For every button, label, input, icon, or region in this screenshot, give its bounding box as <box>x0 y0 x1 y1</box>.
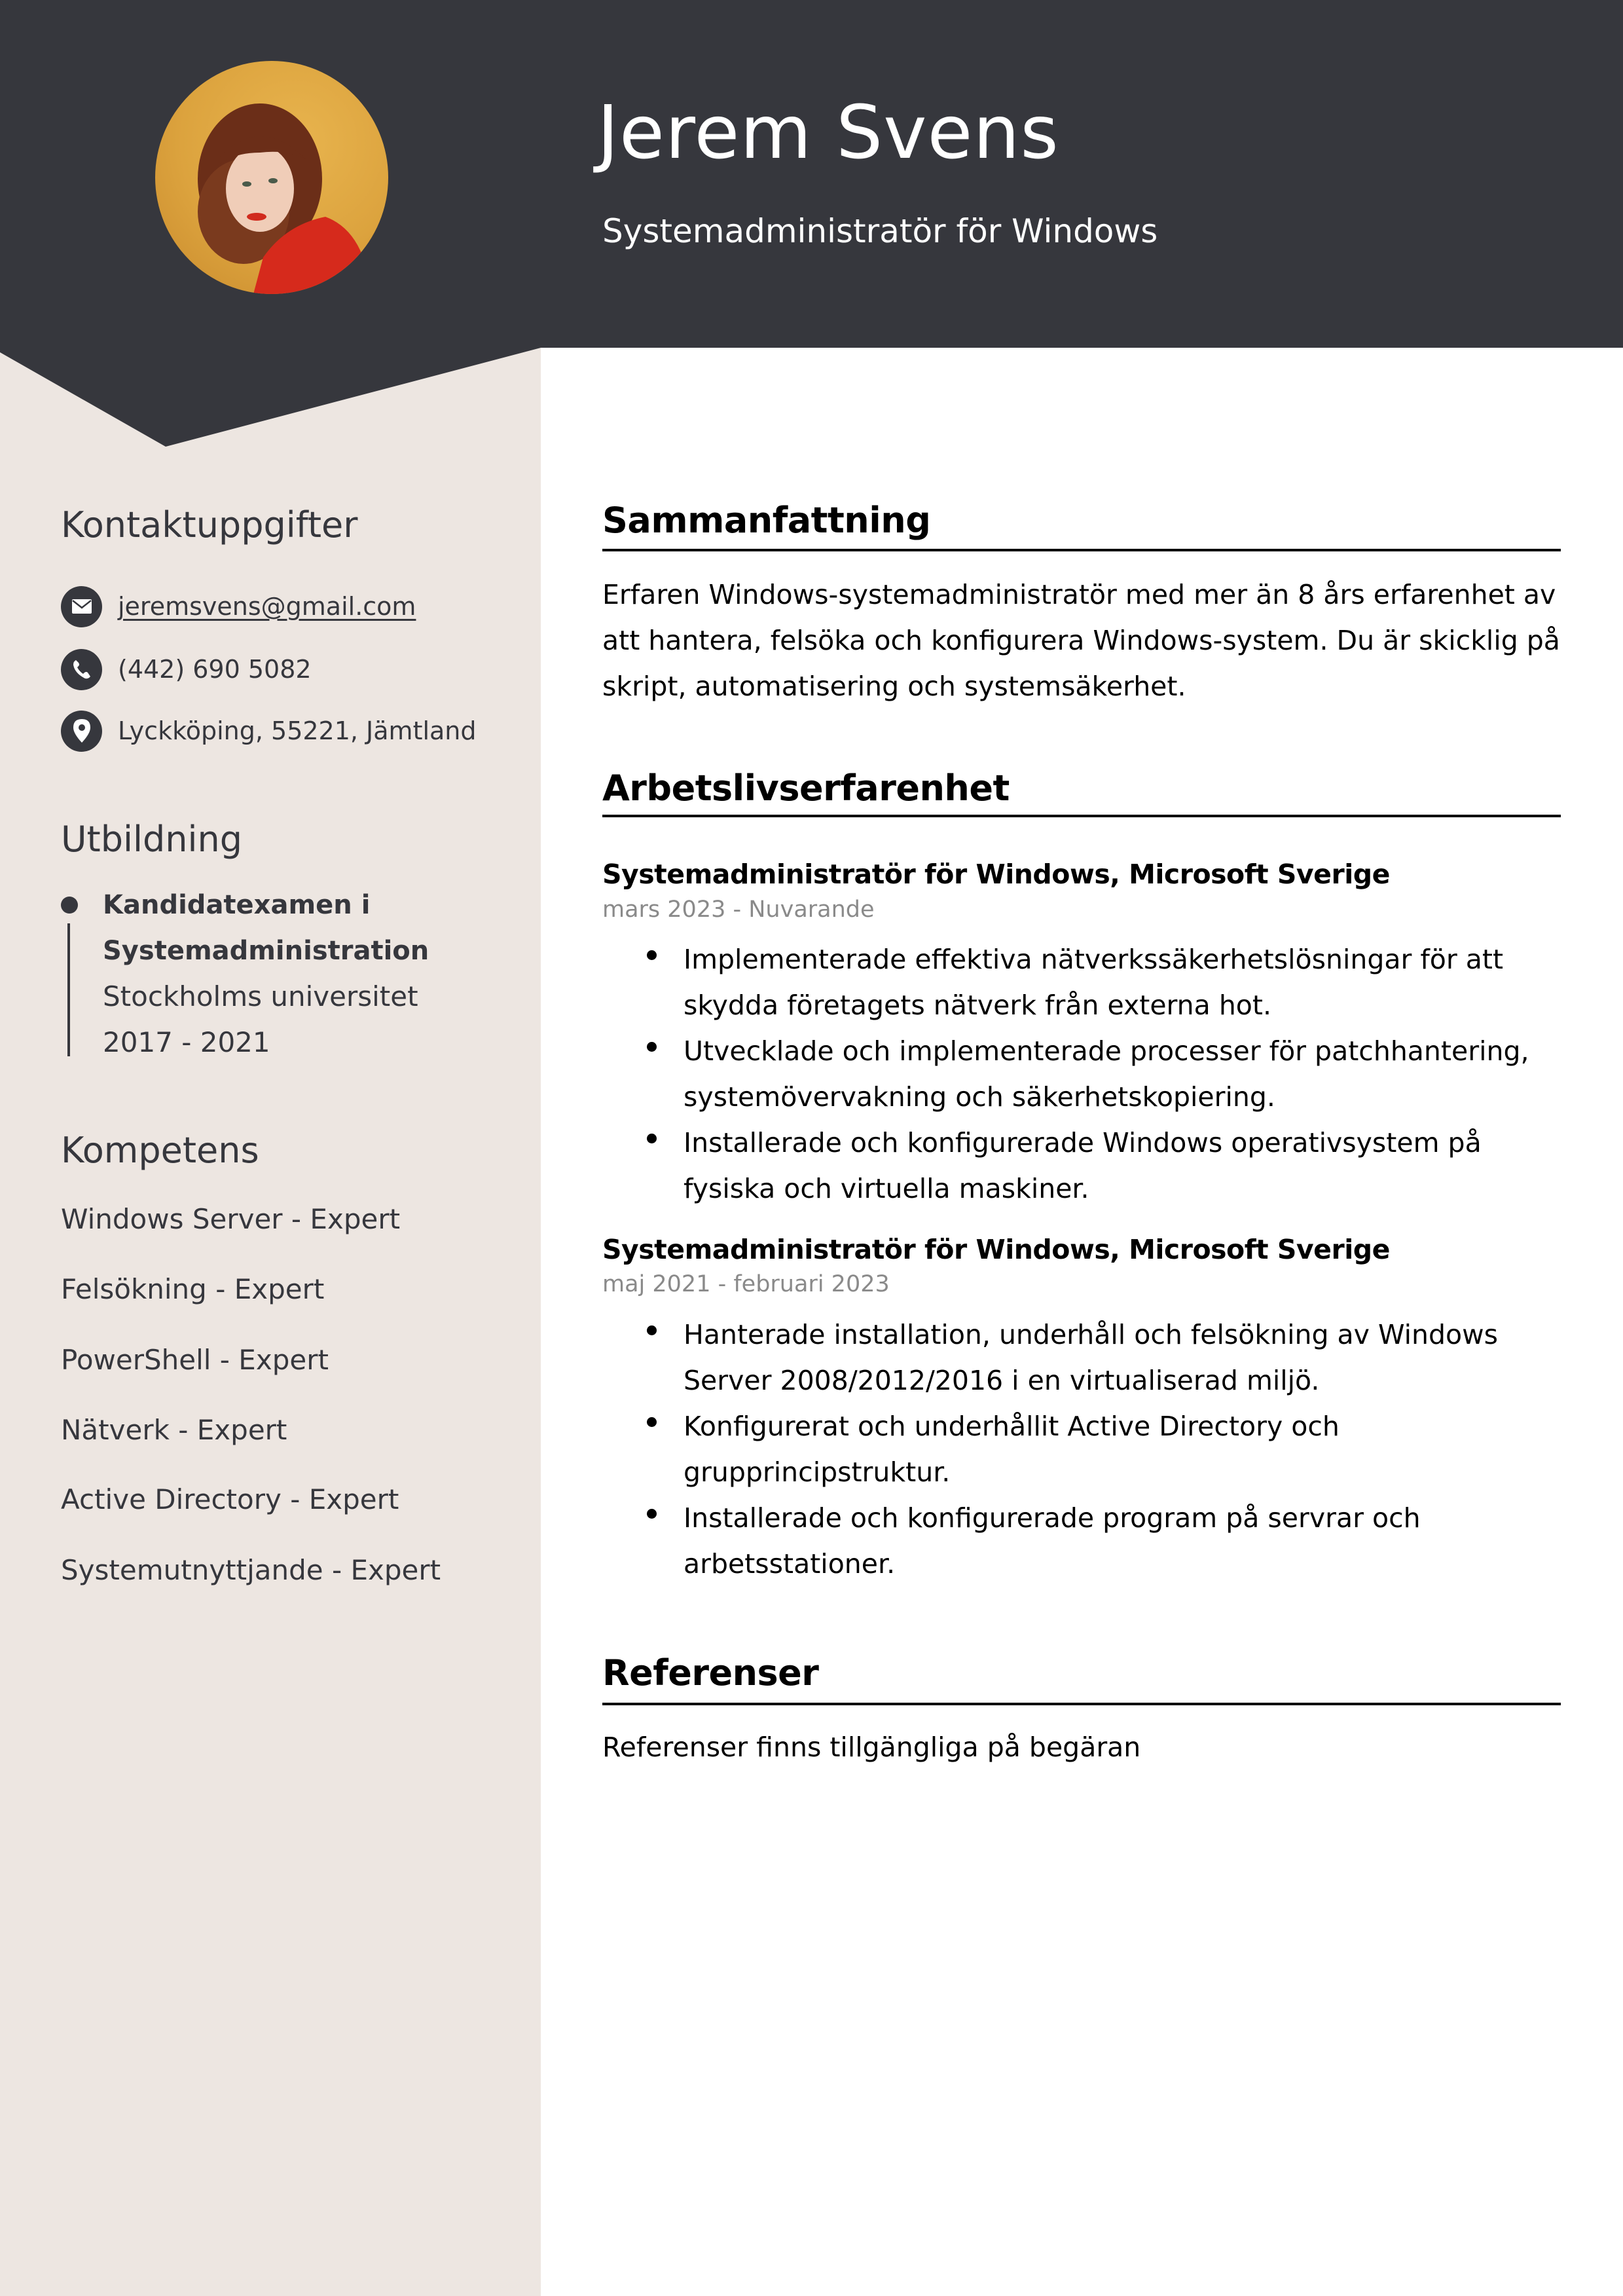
job-bullet-line: systemövervakning och säkerhetskopiering… <box>684 1081 1275 1113</box>
envelope-icon <box>61 585 102 627</box>
skill-item: Active Directory - Expert <box>61 1483 399 1515</box>
bullet-icon <box>647 1417 657 1427</box>
job-bullet-line: Server 2008/2012/2016 i en virtualiserad… <box>684 1365 1320 1396</box>
contact-email[interactable]: jeremsvens@gmail.com <box>61 585 416 627</box>
skill-item: Nätverk - Expert <box>61 1414 287 1446</box>
bullet-icon <box>647 1134 657 1143</box>
skill-item: PowerShell - Expert <box>61 1344 329 1376</box>
education-degree-line-2: Systemadministration <box>103 936 429 966</box>
job-bullet-line: Konfigurerat och underhållit Active Dire… <box>684 1411 1340 1442</box>
job-bullet-line: Implementerade effektiva nätverkssäkerhe… <box>684 944 1504 975</box>
bullet-icon <box>647 950 657 960</box>
skills-heading: Kompetens <box>61 1130 259 1171</box>
summary-heading: Sammanfattning <box>602 500 931 541</box>
phone-icon <box>61 648 102 690</box>
education-degree-line-1: Kandidatexamen i <box>103 890 371 920</box>
references-divider <box>602 1703 1561 1705</box>
email-link[interactable]: jeremsvens@gmail.com <box>118 592 416 621</box>
phone-number: (442) 690 5082 <box>118 655 312 684</box>
education-heading: Utbildning <box>61 819 242 860</box>
summary-line: att hantera, felsöka och konfigurera Win… <box>602 625 1560 656</box>
job-bullet-line: Hanterade installation, underhåll och fe… <box>684 1319 1498 1350</box>
job-bullet-line: Installerade och konfigurerade Windows o… <box>684 1127 1482 1158</box>
job-title: Systemadministratör för Windows, Microso… <box>602 859 1390 890</box>
job-bullet-line: Utvecklade och implementerade processer … <box>684 1035 1529 1067</box>
profile-photo <box>155 61 388 294</box>
references-text: Referenser finns tillgängliga på begäran <box>602 1731 1141 1763</box>
skill-item: Systemutnyttjande - Expert <box>61 1554 441 1586</box>
job-dates: mars 2023 - Nuvarande <box>602 897 875 923</box>
summary-line: Erfaren Windows-systemadministratör med … <box>602 579 1556 610</box>
summary-divider <box>602 549 1561 551</box>
location-pin-icon <box>61 710 102 752</box>
job-bullet-line: arbetsstationer. <box>684 1548 896 1580</box>
bullet-icon <box>647 1509 657 1519</box>
bullet-icon <box>647 1325 657 1335</box>
contact-address: Lyckköping, 55221, Jämtland <box>61 710 477 752</box>
job-dates: maj 2021 - februari 2023 <box>602 1271 890 1297</box>
skill-item: Felsökning - Expert <box>61 1273 325 1305</box>
contact-phone: (442) 690 5082 <box>61 648 312 690</box>
job-bullet-line: Installerade och konfigurerade program p… <box>684 1502 1421 1534</box>
education-school: Stockholms universitet <box>103 980 418 1012</box>
job-title: Systemadministratör för Windows, Microso… <box>602 1234 1390 1265</box>
portrait-illustration <box>198 103 371 294</box>
skill-item: Windows Server - Expert <box>61 1203 401 1235</box>
experience-divider <box>602 815 1561 817</box>
bullet-icon <box>647 1042 657 1052</box>
education-years: 2017 - 2021 <box>103 1026 270 1058</box>
address-text: Lyckköping, 55221, Jämtland <box>118 716 477 745</box>
job-bullet-line: skydda företagets nätverk från externa h… <box>684 990 1271 1021</box>
candidate-title: Systemadministratör för Windows <box>602 212 1158 250</box>
candidate-name: Jerem Svens <box>597 90 1059 176</box>
experience-heading: Arbetslivserfarenhet <box>602 768 1010 809</box>
contact-heading: Kontaktuppgifter <box>61 504 358 546</box>
timeline-line <box>67 923 70 1056</box>
timeline-dot <box>61 897 78 914</box>
summary-line: skript, automatisering och systemsäkerhe… <box>602 671 1186 702</box>
job-bullet-line: fysiska och virtuella maskiner. <box>684 1173 1089 1204</box>
job-bullet-line: grupprincipstruktur. <box>684 1456 951 1488</box>
references-heading: Referenser <box>602 1652 819 1694</box>
